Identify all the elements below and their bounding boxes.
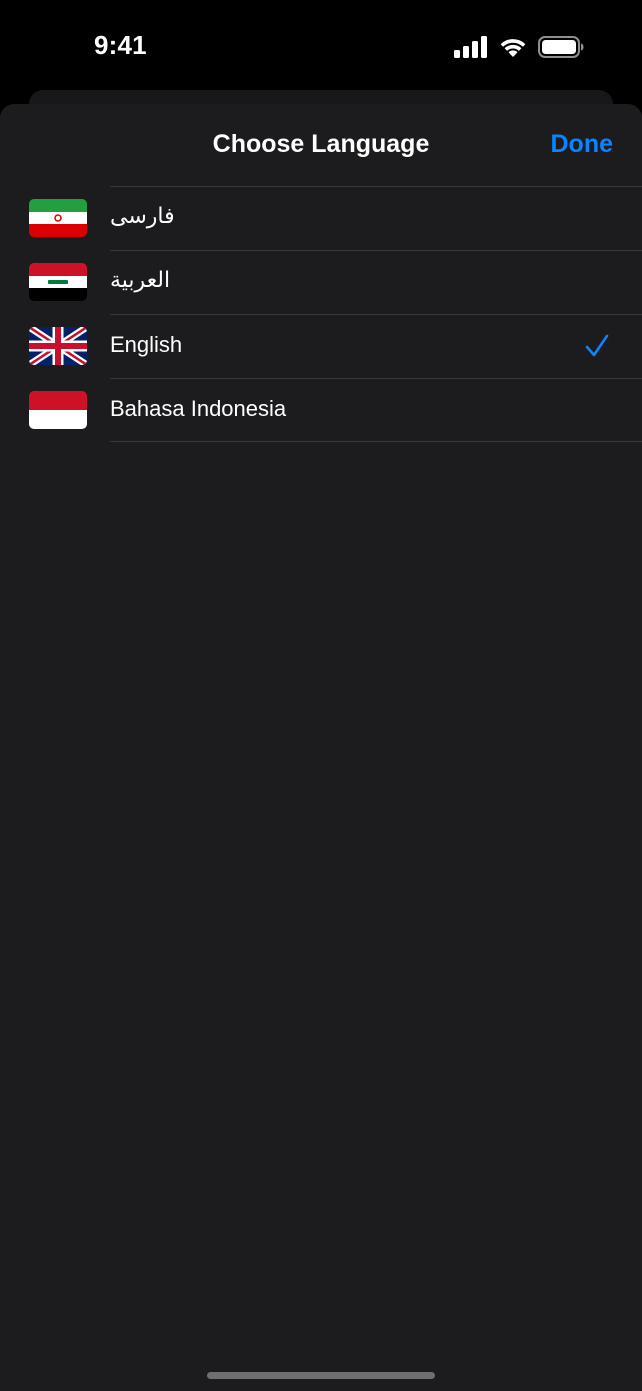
language-sheet: Choose Language Done فارسی العربية Engli… xyxy=(0,104,642,1391)
done-button[interactable]: Done xyxy=(551,130,614,159)
language-row-indonesian[interactable]: Bahasa Indonesia xyxy=(0,378,642,442)
language-label: العربية xyxy=(110,268,171,293)
language-label: English xyxy=(110,332,183,357)
uk-flag-icon xyxy=(29,327,87,365)
language-row-farsi[interactable]: فارسی xyxy=(0,186,642,250)
checkmark-icon xyxy=(585,334,609,358)
language-label: Bahasa Indonesia xyxy=(110,396,287,421)
language-label: فارسی xyxy=(110,204,175,229)
language-row-arabic[interactable]: العربية xyxy=(0,250,642,314)
status-time: 9:41 xyxy=(94,30,147,60)
status-bar: 9:41 xyxy=(0,0,642,92)
language-row-english[interactable]: English xyxy=(0,314,642,378)
battery-icon xyxy=(538,36,584,58)
iraq-flag-icon xyxy=(29,263,87,301)
wifi-icon xyxy=(498,36,528,58)
iran-flag-icon xyxy=(29,199,87,237)
indonesia-flag-icon xyxy=(29,391,87,429)
status-icons xyxy=(454,34,584,60)
cellular-signal-icon xyxy=(454,36,488,58)
sheet-title: Choose Language xyxy=(212,130,430,158)
sheet-header: Choose Language Done xyxy=(0,104,642,186)
language-list: فارسی العربية English Bahasa Indonesia xyxy=(0,186,642,442)
home-indicator xyxy=(207,1372,435,1379)
